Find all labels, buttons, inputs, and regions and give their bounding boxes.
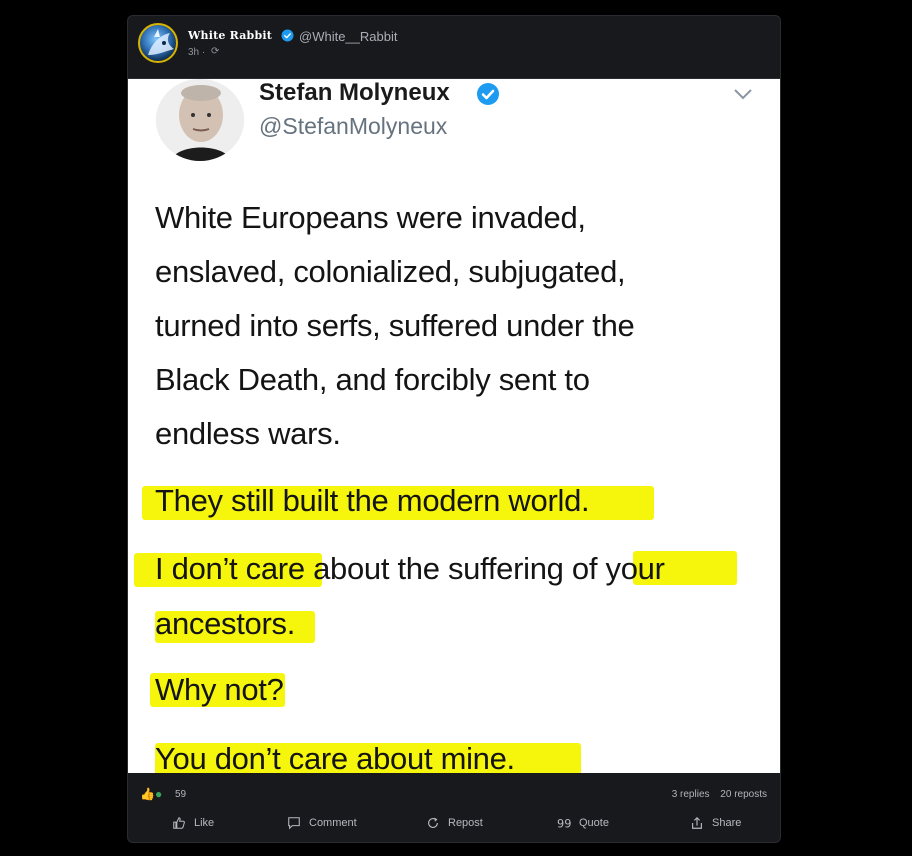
svg-text:99: 99 — [557, 816, 571, 830]
quote-label: Quote — [579, 817, 609, 829]
author-avatar[interactable] — [138, 23, 178, 63]
thumbs-up-icon — [173, 817, 185, 829]
chevron-down-icon — [734, 89, 752, 100]
post-card: White Rabbit @White__Rabbit 3h · ⟳ Stefa… — [127, 15, 781, 843]
tweet-line: I don’t care about the suffering of your — [155, 551, 665, 586]
comment-label: Comment — [309, 817, 357, 829]
author-handle[interactable]: @White__Rabbit — [299, 29, 397, 44]
portrait-icon — [156, 79, 244, 161]
rabbit-reaction-icon: ● — [154, 787, 163, 801]
like-button[interactable]: Like — [172, 811, 214, 835]
share-button[interactable]: Share — [690, 811, 741, 835]
reaction-icons[interactable]: 👍● — [140, 787, 162, 801]
engagement-counts: 3 replies 20 reposts — [664, 789, 767, 800]
reaction-count[interactable]: 59 — [175, 789, 186, 800]
embedded-author-name: Stefan Molyneux — [259, 79, 450, 106]
tweet-line: Why not? — [155, 672, 284, 707]
author-name[interactable]: White Rabbit — [188, 29, 272, 42]
repost-label: Repost — [448, 817, 483, 829]
rabbit-avatar-icon — [148, 29, 174, 55]
tweet-line: enslaved, colonialized, subjugated, — [155, 254, 626, 289]
globe-icon: ⟳ — [211, 46, 220, 57]
share-icon — [692, 816, 702, 829]
tweet-line: endless wars. — [155, 416, 341, 451]
like-label: Like — [194, 817, 215, 829]
verified-badge-icon — [281, 29, 294, 42]
tweet-line: You don’t care about mine. — [155, 741, 515, 773]
quote-icon: 99 — [557, 816, 571, 830]
comment-button[interactable]: Comment — [287, 811, 357, 835]
quote-button[interactable]: 99 Quote — [557, 811, 609, 835]
actions-row: Like Comment Repost 99 Quote Share — [128, 811, 780, 837]
post-header: White Rabbit @White__Rabbit 3h · ⟳ — [128, 16, 780, 78]
reposts-count[interactable]: 20 reposts — [720, 789, 767, 800]
post-timestamp[interactable]: 3h · — [188, 47, 205, 58]
tweet-line: Black Death, and forcibly sent to — [155, 362, 590, 397]
tweet-line: White Europeans were invaded, — [155, 200, 586, 235]
embedded-verified-badge-icon — [477, 83, 499, 105]
tweet-line: They still built the modern world. — [155, 483, 590, 518]
tweet-line: ancestors. — [155, 606, 296, 641]
stats-row: 👍● 59 3 replies 20 reposts — [128, 782, 780, 806]
tweet-line: turned into serfs, suffered under the — [155, 308, 635, 343]
thumbs-up-reaction-icon: 👍 — [140, 787, 155, 801]
repost-button[interactable]: Repost — [426, 811, 483, 835]
repost-icon — [428, 817, 438, 828]
embedded-author-handle: @StefanMolyneux — [259, 113, 448, 139]
comment-icon — [288, 817, 300, 830]
share-label: Share — [712, 817, 742, 829]
post-image[interactable]: Stefan Molyneux @StefanMolyneux White Eu… — [128, 78, 780, 773]
replies-count[interactable]: 3 replies — [672, 789, 710, 800]
embedded-author-avatar — [156, 79, 244, 161]
